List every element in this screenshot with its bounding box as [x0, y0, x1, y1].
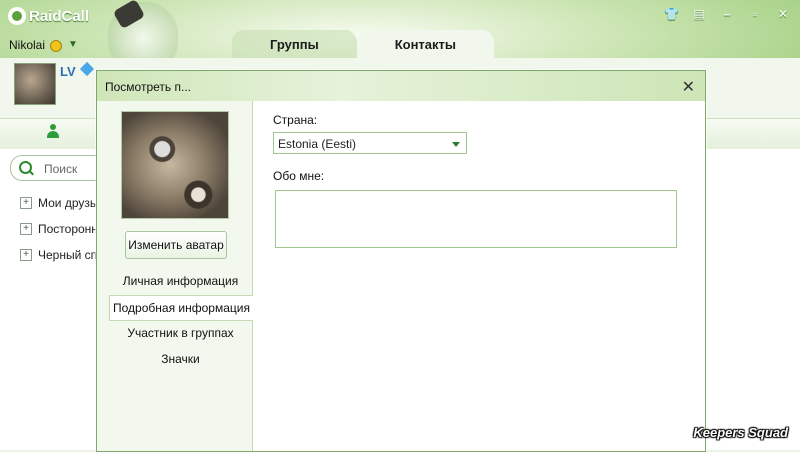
- change-avatar-button[interactable]: Изменить аватар: [125, 231, 227, 259]
- country-select[interactable]: Estonia (Eesti): [273, 132, 467, 154]
- close-icon[interactable]: ✕: [682, 77, 695, 97]
- group-label: Мои друзья: [38, 196, 103, 210]
- raidcall-logo-icon: [8, 7, 26, 25]
- watermark: Keepers Squad: [693, 425, 788, 440]
- about-label: Обо мне:: [273, 169, 325, 183]
- country-value: Estonia (Eesti): [278, 137, 357, 151]
- online-status-icon[interactable]: [50, 40, 62, 52]
- main-tabs: Группы Контакты: [232, 30, 494, 58]
- group-label: Черный спи: [38, 248, 104, 262]
- group-item[interactable]: + Мои друзья: [20, 196, 103, 210]
- app-logo: RaidCall: [8, 7, 89, 25]
- note-icon[interactable]: ▤: [692, 7, 706, 21]
- maximize-icon[interactable]: ▫: [748, 7, 762, 21]
- window-controls: 👕 ▤ – ▫ ✕: [664, 7, 790, 21]
- dialog-titlebar[interactable]: Посмотреть п... ✕: [97, 71, 705, 101]
- dialog-sidebar: Изменить аватар Личная информация Подроб…: [97, 101, 253, 451]
- chevron-down-icon[interactable]: [452, 142, 460, 147]
- group-label: Посторонни: [38, 222, 105, 236]
- avatar[interactable]: [14, 63, 56, 105]
- sidebar-item-detailed-info[interactable]: Подробная информация: [109, 295, 253, 321]
- sidebar-item-group-member[interactable]: Участник в группах: [109, 321, 252, 345]
- country-label: Страна:: [273, 113, 318, 127]
- current-username[interactable]: Nikolai: [9, 38, 45, 52]
- profile-dialog: Посмотреть п... ✕ Изменить аватар Личная…: [96, 70, 706, 452]
- group-item[interactable]: + Черный спи: [20, 248, 104, 262]
- expand-icon[interactable]: +: [20, 197, 32, 209]
- person-icon[interactable]: [46, 124, 60, 138]
- search-icon: [19, 161, 32, 174]
- minimize-icon[interactable]: –: [720, 7, 734, 21]
- dialog-title: Посмотреть п...: [105, 80, 191, 94]
- expand-icon[interactable]: +: [20, 249, 32, 261]
- search-placeholder: Поиск: [44, 162, 78, 176]
- sidebar-item-personal-info[interactable]: Личная информация: [109, 269, 252, 293]
- close-icon[interactable]: ✕: [776, 7, 790, 21]
- shirt-icon[interactable]: 👕: [664, 7, 679, 21]
- tab-groups[interactable]: Группы: [232, 30, 357, 58]
- group-item[interactable]: + Посторонни: [20, 222, 105, 236]
- dialog-content: Страна: Estonia (Eesti) Обо мне:: [253, 101, 705, 451]
- about-me-field[interactable]: [275, 190, 677, 248]
- avatar: [121, 111, 229, 219]
- expand-icon[interactable]: +: [20, 223, 32, 235]
- tab-contacts[interactable]: Контакты: [356, 30, 494, 58]
- sidebar-item-badges[interactable]: Значки: [109, 347, 252, 371]
- brand-name: RaidCall: [29, 7, 90, 25]
- chevron-down-icon[interactable]: ▼: [68, 39, 78, 50]
- level-badge: LV: [60, 64, 76, 79]
